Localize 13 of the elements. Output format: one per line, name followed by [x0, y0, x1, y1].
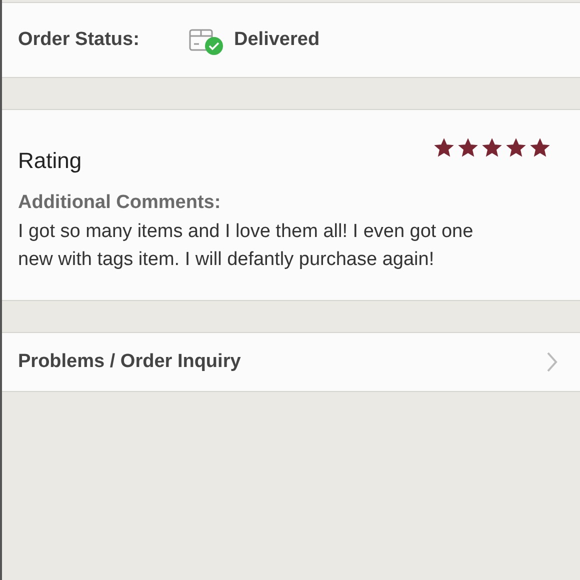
- chevron-right-icon: [546, 351, 558, 373]
- order-inquiry-row[interactable]: Problems / Order Inquiry: [2, 332, 580, 392]
- comments-text: I got so many items and I love them all! I even got one new with tags item. I will defantly purchase again!: [18, 220, 474, 272]
- star-icon: [506, 138, 526, 158]
- rating-title: Rating: [18, 147, 82, 175]
- order-status-label: Order Status:: [18, 28, 140, 52]
- star-icon: [482, 138, 502, 158]
- star-icon: [458, 138, 478, 158]
- delivered-status: Delivered: [234, 28, 320, 52]
- star-icon: [530, 138, 550, 158]
- star-icon: [434, 138, 454, 158]
- comments-label: Additional Comments:: [18, 191, 222, 215]
- inquiry-label: Problems / Order Inquiry: [18, 350, 241, 374]
